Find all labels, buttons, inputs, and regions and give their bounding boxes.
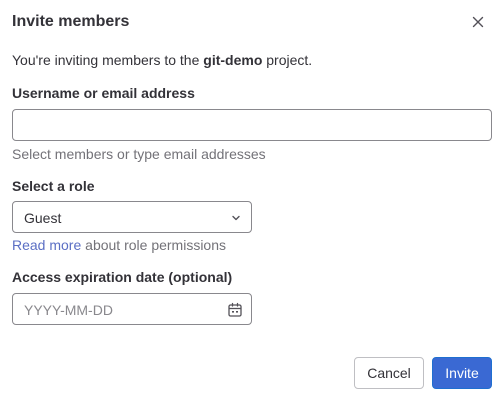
role-selected-value: Guest (24, 210, 62, 226)
chevron-down-icon (232, 215, 240, 221)
intro-suffix: project. (262, 52, 313, 68)
expiration-label: Access expiration date (optional) (12, 269, 233, 285)
intro-prefix: You're inviting members to the (12, 52, 204, 68)
invite-button[interactable]: Invite (432, 357, 492, 389)
expiration-date-field[interactable] (12, 293, 252, 325)
intro-text: You're inviting members to the git-demo … (12, 50, 312, 70)
close-button[interactable] (469, 13, 487, 31)
role-help-text: Read more about role permissions (12, 236, 226, 254)
username-help-text: Select members or type email addresses (12, 146, 266, 162)
username-label: Username or email address (12, 85, 195, 101)
modal-header: Invite members (12, 12, 489, 34)
modal-title: Invite members (12, 13, 130, 30)
role-select[interactable]: Guest (12, 201, 252, 233)
close-icon (472, 16, 484, 28)
read-more-link[interactable]: Read more (12, 237, 81, 253)
invite-members-modal: Invite members You're inviting members t… (0, 0, 501, 398)
expiration-date-input[interactable] (24, 300, 214, 320)
calendar-icon[interactable] (227, 302, 243, 318)
username-input[interactable] (12, 109, 492, 141)
role-help-suffix: about role permissions (81, 237, 227, 253)
role-label: Select a role (12, 178, 95, 194)
cancel-button[interactable]: Cancel (354, 357, 424, 389)
project-name: git-demo (203, 52, 263, 68)
